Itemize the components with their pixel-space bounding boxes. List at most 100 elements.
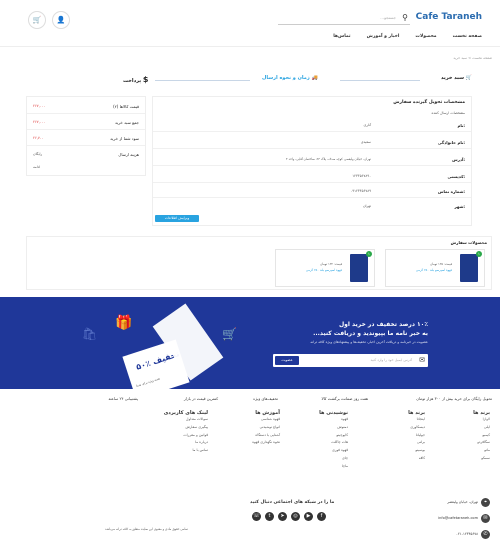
contact-phone-text[interactable]: ۰۲۱-۱۲۳۴۵۶۷۸	[456, 532, 478, 536]
shipping-info-subtitle: مشخصات ارسال کننده	[431, 111, 465, 115]
info-row: شماره تماس: ۰۹۱۲۳۴۵۶۷۸۹	[153, 185, 471, 198]
feature-return: هفت روز ضمانت برگشت کالا	[321, 396, 368, 401]
footer-link[interactable]: ماتو	[440, 447, 490, 455]
step-shipping-label: زمان و نحوه ارسال	[262, 75, 310, 81]
footer-link[interactable]: قهوه	[288, 416, 348, 424]
info-row: شهر: تهران	[153, 200, 471, 213]
coffee-bag-image	[460, 254, 478, 282]
newsletter-form: ✉ آدرس ایمیل خود را وارد کنید عضویت	[273, 354, 428, 367]
newsletter-desc: عضویت در خبرنامه و دریافت آخرین اخبار، ت…	[310, 340, 428, 344]
footer-link[interactable]: کیمبو	[440, 432, 490, 440]
footer-link[interactable]: ایلی	[440, 424, 490, 432]
summary-row: قیمت کالاها (۲) ۲۶۷,۰۰۰	[27, 99, 145, 114]
search-input[interactable]: جستجو...	[380, 15, 396, 20]
footer-link[interactable]: انواع نوشیدنی	[210, 424, 280, 432]
info-value: تهران، خیابان ولیعصر، کوچه صدف، پلاک ۲۳،…	[285, 157, 371, 161]
site-logo[interactable]: Cafe Taraneh	[416, 12, 482, 22]
feature-discount: تخفیف‌های ویژه	[253, 396, 278, 401]
search-icon[interactable]: ⚲	[402, 13, 408, 22]
footer-link[interactable]: هات چاکلت	[288, 439, 348, 447]
product-card[interactable]: ۱ قیمت: ۱۳۲ تومان قهوه اسپرسو بلند ۲۵۰ گ…	[275, 249, 375, 287]
shipping-info-title: مشخصات تحویل گیرنده سفارش	[393, 100, 465, 105]
search-bar[interactable]: ⚲ جستجو...	[278, 12, 410, 25]
footer-link[interactable]: اینجاتا	[375, 416, 425, 424]
nav-home[interactable]: صفحه نخست	[453, 34, 482, 39]
footer-link[interactable]: کافه	[375, 455, 425, 463]
social-links: ☏ t ➤ ◎ ▶ f	[252, 512, 326, 521]
info-value: ۱۲۳۴۵۶۷۸۹۰	[352, 174, 371, 178]
summary-value: رایگان	[33, 152, 43, 156]
summary-label: جمع سبد خرید	[114, 120, 139, 125]
nav-news[interactable]: اخبار و آموزش	[367, 34, 400, 39]
footer-link[interactable]: ماچا	[288, 463, 348, 471]
footer-link[interactable]: کاپوچینو	[288, 432, 348, 440]
step-line-left	[155, 80, 250, 81]
social-title: ما را در شبکه های اجتماعی دنبال کنید	[250, 500, 335, 505]
user-account-button[interactable]: 👤	[52, 11, 70, 29]
edit-info-button[interactable]: ویرایش اطلاعات	[155, 215, 199, 222]
footer-link[interactable]: سوالات متداول	[138, 416, 208, 424]
product-price: قیمت: ۱۳۲ تومان	[320, 262, 342, 266]
step-payment[interactable]: پرداخت $	[123, 75, 149, 84]
newsletter-subscribe-button[interactable]: عضویت	[275, 356, 299, 365]
footer-link[interactable]: دیسکاوری	[375, 424, 425, 432]
telegram-icon[interactable]: ➤	[278, 512, 287, 521]
footer-link[interactable]: قوانین و مقررات	[138, 432, 208, 440]
cart-button[interactable]: 🛒	[28, 11, 46, 29]
footer-link[interactable]: برلنی	[375, 439, 425, 447]
contact-email-text[interactable]: info@cafetaraneh.com	[438, 516, 478, 520]
info-value: تهران	[362, 204, 371, 208]
product-card[interactable]: ۱ قیمت: ۱۳۵ تومان قهوه اسپرسو بلند ۲۵۰ گ…	[385, 249, 485, 287]
quantity-badge: ۱	[366, 251, 372, 257]
phone-icon: ✆	[481, 530, 490, 539]
footer-column-learning: آموزش ها قهوه شناسی انواع نوشیدنی آشنایی…	[210, 410, 280, 447]
footer-link[interactable]: درباره ما	[138, 439, 208, 447]
shipping-info-panel: مشخصات تحویل گیرنده سفارش مشخصات ارسال ک…	[152, 96, 472, 226]
newsletter-line1: ۱۰٪ درصد تخفیف در خرید اول	[338, 321, 428, 328]
nav-products[interactable]: محصولات	[415, 34, 436, 39]
youtube-icon[interactable]: ▶	[304, 512, 313, 521]
newsletter-email-input[interactable]: آدرس ایمیل خود را وارد کنید	[371, 358, 412, 362]
footer-link[interactable]: دمنوش	[288, 424, 348, 432]
main-nav: صفحه نخست محصولات اخبار و آموزش تماس‌ها	[333, 34, 482, 39]
footer-link[interactable]: قهوه شناسی	[210, 416, 280, 424]
facebook-icon[interactable]: f	[317, 512, 326, 521]
footer-link[interactable]: لاوازا	[440, 416, 490, 424]
footer-link[interactable]: قهوه فوری	[288, 447, 348, 455]
footer-link[interactable]: جولیانا	[375, 432, 425, 440]
info-row: نام خانوادگی: سعیدی	[153, 136, 471, 149]
summary-row: جمع سبد خرید ۲۶۷,۰۰۰	[27, 115, 145, 130]
info-label: کدپستی:	[447, 174, 466, 179]
summary-label: سود شما از خرید	[110, 136, 139, 141]
info-value: سعیدی	[360, 140, 371, 144]
footer-link[interactable]: آشنایی با دستگاه	[210, 432, 280, 440]
footer-link[interactable]: پیگیری سفارش	[138, 424, 208, 432]
coupon-subtext: هدیه ویژه برای شما	[135, 376, 161, 388]
cart-icon: 🛒	[465, 75, 472, 81]
product-name: قهوه اسپرسو بلند ۲۵۰ گرمی	[305, 268, 342, 272]
contact-address-text: تهران، خیابان ولیعصر	[447, 500, 478, 504]
product-price: قیمت: ۱۳۵ تومان	[430, 262, 452, 266]
info-row: آدرس: تهران، خیابان ولیعصر، کوچه صدف، پل…	[153, 153, 471, 166]
footer-link[interactable]: چای	[288, 455, 348, 463]
newsletter-line2: به خبر نامه ما بپیوندید و دریافت کنید...	[313, 330, 428, 337]
footer-link[interactable]: سمکو	[440, 455, 490, 463]
whatsapp-icon[interactable]: ☏	[252, 512, 261, 521]
nav-contact[interactable]: تماس‌ها	[333, 34, 350, 39]
feature-low-price: کمترین قیمت در بازار	[183, 396, 218, 401]
twitter-icon[interactable]: t	[265, 512, 274, 521]
summary-note: ادامه	[33, 165, 41, 169]
step-cart[interactable]: سبد خرید 🛒	[441, 75, 472, 81]
footer-link[interactable]: سگافردو	[440, 439, 490, 447]
coffee-bag-image	[350, 254, 368, 282]
footer-link[interactable]: بوسینو	[375, 447, 425, 455]
truck-icon: 🚚	[311, 75, 318, 81]
instagram-icon[interactable]: ◎	[291, 512, 300, 521]
envelope-icon: ✉	[419, 356, 425, 364]
footer-link[interactable]: نحوه نگهداری قهوه	[210, 439, 280, 447]
quantity-badge: ۱	[476, 251, 482, 257]
step-cart-label: سبد خرید	[440, 75, 465, 81]
footer-link[interactable]: تماس با ما	[138, 447, 208, 455]
info-label: شماره تماس:	[438, 189, 465, 194]
step-shipping[interactable]: زمان و نحوه ارسال 🚚	[262, 75, 318, 81]
